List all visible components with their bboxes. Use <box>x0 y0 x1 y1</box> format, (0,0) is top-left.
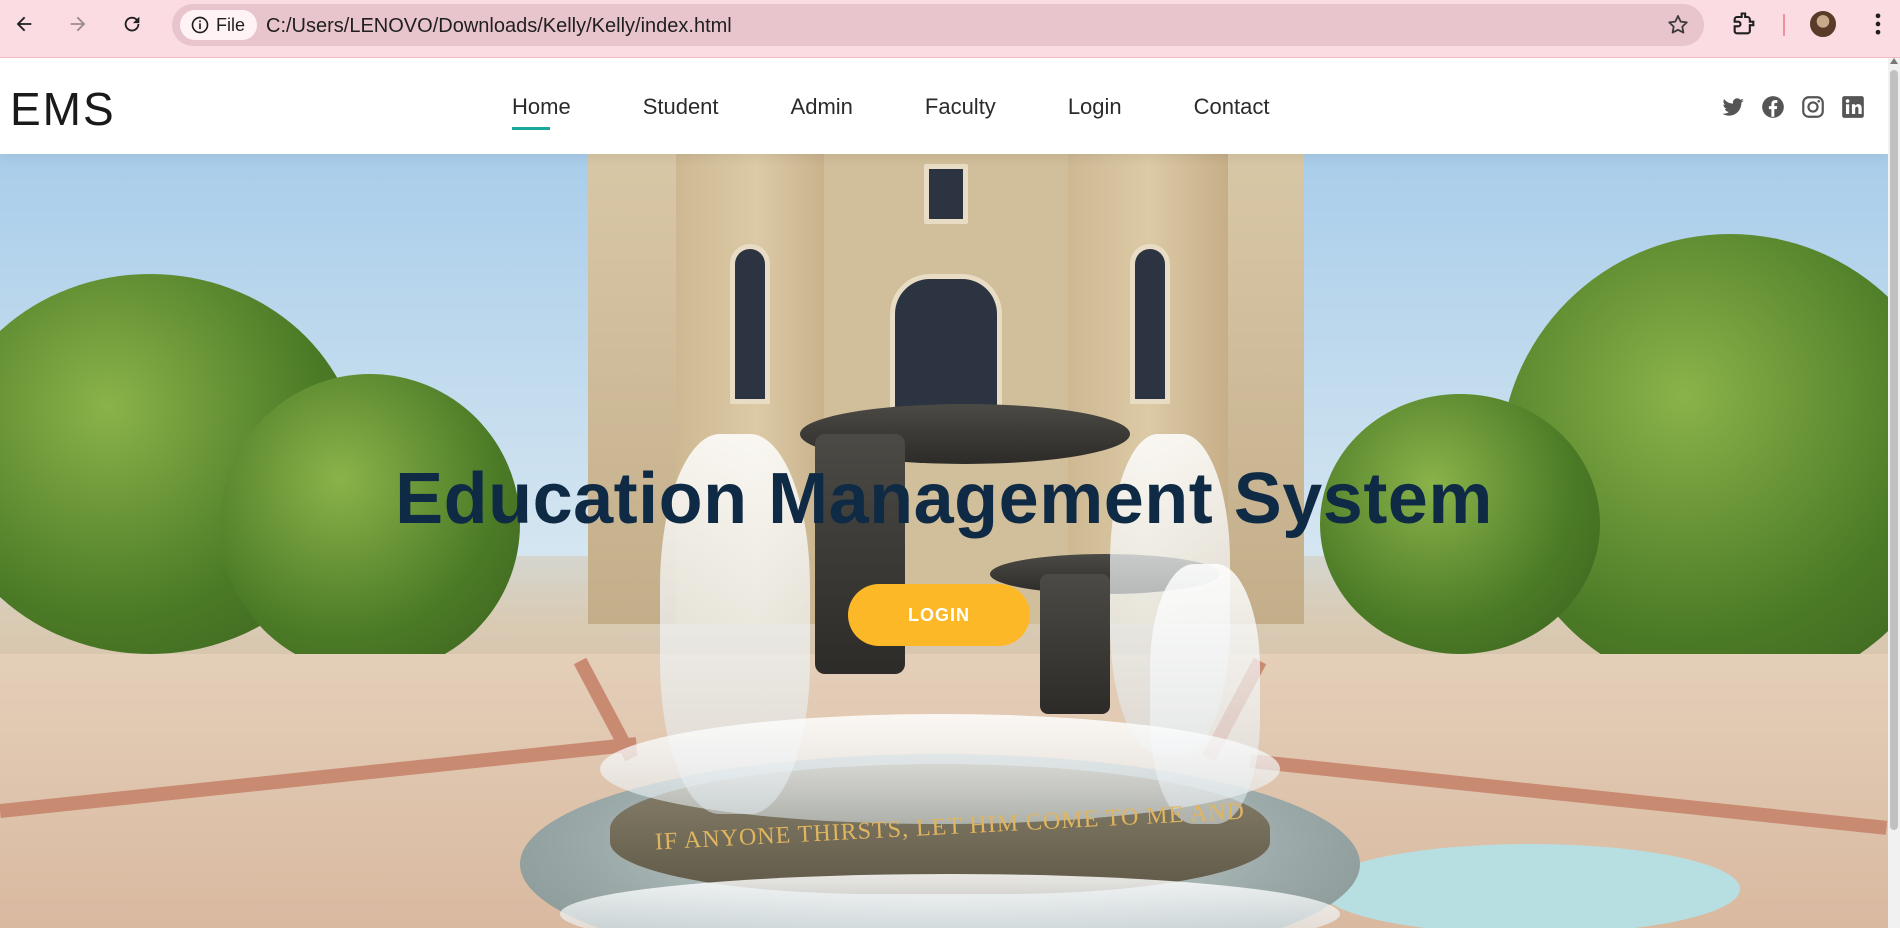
nav-contact[interactable]: Contact <box>1194 94 1270 120</box>
extensions-icon[interactable] <box>1730 10 1758 38</box>
scroll-up-icon[interactable] <box>1890 58 1898 64</box>
forward-icon[interactable] <box>62 8 94 40</box>
reload-icon[interactable] <box>116 8 148 40</box>
nav-login[interactable]: Login <box>1068 94 1122 120</box>
back-icon[interactable] <box>8 8 40 40</box>
hero-section: IF ANYONE THIRSTS, LET HIM COME TO ME AN… <box>0 154 1888 928</box>
browser-toolbar: File C:/Users/LENOVO/Downloads/Kelly/Kel… <box>0 0 1900 58</box>
nav-faculty[interactable]: Faculty <box>925 94 996 120</box>
site-logo[interactable]: EMS <box>10 82 116 136</box>
toolbar-divider <box>1783 14 1785 36</box>
page-scrollbar[interactable] <box>1888 58 1900 928</box>
hero-title: Education Management System <box>395 459 1493 539</box>
scroll-thumb[interactable] <box>1890 70 1898 830</box>
linkedin-icon[interactable] <box>1840 94 1866 120</box>
twitter-icon[interactable] <box>1720 94 1746 120</box>
address-bar[interactable]: File C:/Users/LENOVO/Downloads/Kelly/Kel… <box>172 4 1704 46</box>
nav-admin[interactable]: Admin <box>791 94 853 120</box>
menu-dots-icon[interactable] <box>1864 10 1892 38</box>
social-links <box>1720 94 1866 120</box>
info-icon <box>191 16 209 34</box>
hero-login-button[interactable]: LOGIN <box>848 584 1030 646</box>
facebook-icon[interactable] <box>1760 94 1786 120</box>
nav-student[interactable]: Student <box>643 94 719 120</box>
bookmark-star-icon[interactable] <box>1666 13 1690 37</box>
profile-avatar[interactable] <box>1808 9 1838 39</box>
instagram-icon[interactable] <box>1800 94 1826 120</box>
site-header: EMS Home Student Admin Faculty Login Con… <box>0 58 1888 154</box>
page-viewport: EMS Home Student Admin Faculty Login Con… <box>0 58 1888 928</box>
nav-home[interactable]: Home <box>512 94 571 130</box>
url-text[interactable]: C:/Users/LENOVO/Downloads/Kelly/Kelly/in… <box>266 15 732 38</box>
site-chip-label: File <box>216 14 246 35</box>
main-nav: Home Student Admin Faculty Login Contact <box>512 94 1341 130</box>
site-info-chip[interactable]: File <box>180 10 258 40</box>
